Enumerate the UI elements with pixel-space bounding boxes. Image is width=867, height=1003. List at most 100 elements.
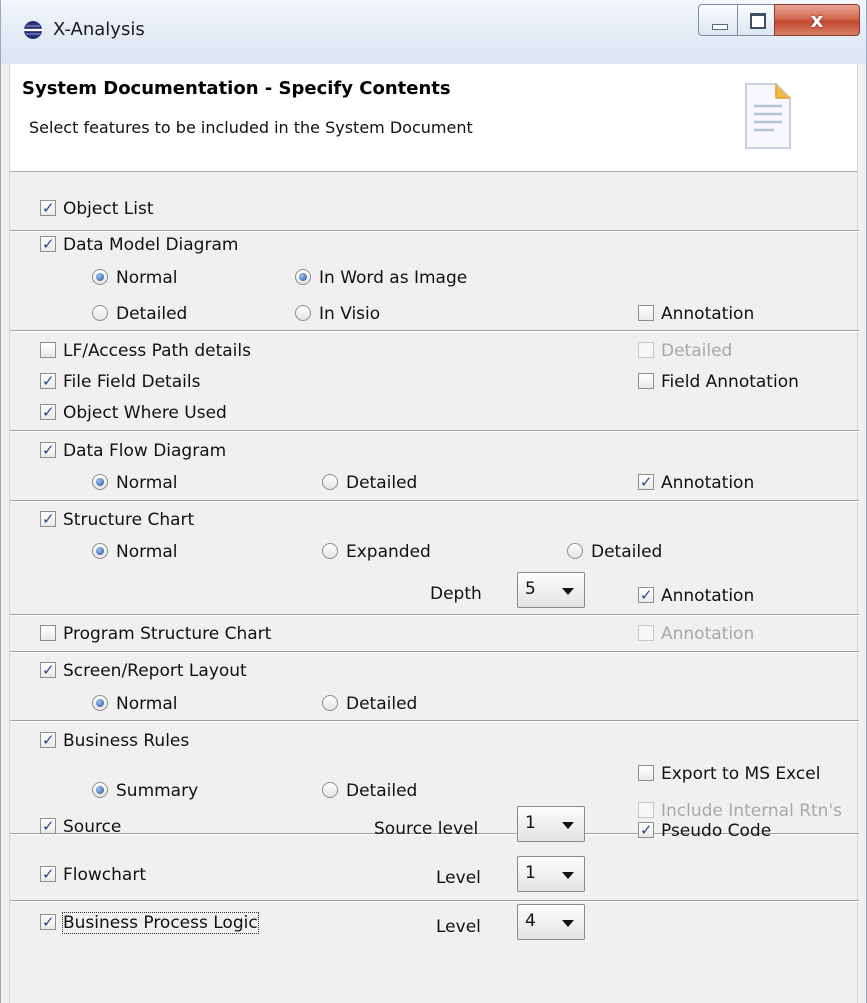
checkbox-label: File Field Details (63, 372, 201, 392)
checkbox-box[interactable] (40, 506, 56, 532)
chevron-down-icon (562, 872, 574, 879)
flowchart-level-select[interactable]: 1 (517, 856, 585, 892)
radio-label: Summary (116, 781, 199, 801)
object-list-checkbox[interactable]: Object List (40, 195, 154, 222)
bpl-level-value: 4 (525, 911, 536, 931)
maximize-button[interactable] (737, 4, 775, 36)
checkbox-label: Program Structure Chart (63, 624, 272, 644)
source-level-select[interactable]: 1 (517, 806, 585, 842)
business-rules-checkbox[interactable]: Business Rules (40, 727, 189, 754)
radio-button[interactable] (92, 269, 108, 285)
depth-label: Depth (430, 584, 482, 604)
close-button[interactable]: x (774, 4, 860, 36)
radio-button[interactable] (322, 782, 338, 798)
bpl-level-select[interactable]: 4 (517, 904, 585, 940)
sc-expanded-radio[interactable]: Expanded (322, 539, 431, 565)
separator (10, 900, 859, 902)
dmd-normal-radio[interactable]: Normal (92, 265, 178, 291)
dmd-in-visio-radio[interactable]: In Visio (295, 301, 380, 327)
separator (10, 651, 859, 653)
depth-select[interactable]: 5 (517, 572, 585, 608)
dfd-annotation-checkbox[interactable]: Annotation (638, 469, 754, 496)
radio-label: Normal (116, 268, 178, 288)
radio-button[interactable] (92, 543, 108, 559)
checkbox-box[interactable] (40, 861, 56, 887)
export-excel-checkbox[interactable]: Export to MS Excel (638, 761, 820, 787)
dfd-normal-radio[interactable]: Normal (92, 470, 178, 496)
checkbox-box[interactable] (638, 765, 654, 781)
checkbox-box[interactable] (40, 727, 56, 753)
object-where-used-checkbox[interactable]: Object Where Used (40, 399, 227, 426)
radio-label: Normal (116, 473, 178, 493)
source-level-label: Source level (374, 819, 479, 839)
sc-normal-radio[interactable]: Normal (92, 539, 178, 565)
options-panel: Object List Data Model Diagram Normal In… (9, 172, 859, 1003)
flowchart-level-value: 1 (525, 863, 536, 883)
dmd-detailed-radio[interactable]: Detailed (92, 301, 187, 327)
br-detailed-radio[interactable]: Detailed (322, 778, 417, 804)
flowchart-level-label: Level (436, 868, 481, 888)
checkbox-box[interactable] (40, 909, 56, 935)
radio-button[interactable] (92, 782, 108, 798)
checkbox-label: Object Where Used (63, 403, 227, 423)
radio-button[interactable] (92, 474, 108, 490)
lf-detailed-checkbox: Detailed (638, 338, 732, 364)
checkbox-box (638, 802, 654, 818)
checkbox-box[interactable] (40, 813, 56, 839)
radio-button[interactable] (322, 543, 338, 559)
checkbox-box[interactable] (40, 231, 56, 257)
checkbox-box[interactable] (638, 582, 654, 608)
flowchart-checkbox[interactable]: Flowchart (40, 861, 146, 888)
document-icon (745, 83, 791, 149)
radio-label: In Visio (319, 304, 381, 324)
structure-chart-checkbox[interactable]: Structure Chart (40, 506, 195, 533)
srl-detailed-radio[interactable]: Detailed (322, 691, 417, 717)
srl-normal-radio[interactable]: Normal (92, 691, 178, 717)
radio-button[interactable] (322, 474, 338, 490)
radio-button[interactable] (295, 305, 311, 321)
checkbox-box[interactable] (638, 469, 654, 495)
dmd-in-word-radio[interactable]: In Word as Image (295, 265, 467, 291)
checkbox-box[interactable] (40, 195, 56, 221)
checkbox-label: Structure Chart (63, 510, 195, 530)
checkbox-box[interactable] (638, 373, 654, 389)
radio-button[interactable] (92, 695, 108, 711)
checkbox-label: Flowchart (63, 865, 146, 885)
sc-annotation-checkbox[interactable]: Annotation (638, 582, 755, 609)
pseudo-code-checkbox[interactable]: Pseudo Code (638, 817, 771, 844)
title-bar[interactable]: X-Analysis x (1, 0, 866, 64)
data-model-diagram-checkbox[interactable]: Data Model Diagram (40, 231, 238, 258)
business-process-logic-checkbox[interactable]: Business Process Logic (40, 909, 259, 936)
checkbox-box[interactable] (40, 657, 56, 683)
radio-label: Detailed (346, 694, 418, 714)
checkbox-box[interactable] (638, 817, 654, 843)
checkbox-box[interactable] (40, 342, 56, 358)
screen-report-layout-checkbox[interactable]: Screen/Report Layout (40, 657, 247, 684)
file-field-details-checkbox[interactable]: File Field Details (40, 368, 201, 395)
source-checkbox[interactable]: Source (40, 813, 121, 840)
field-annotation-checkbox[interactable]: Field Annotation (638, 369, 799, 395)
checkbox-label: Annotation (661, 586, 755, 606)
checkbox-box[interactable] (40, 399, 56, 425)
sc-detailed-radio[interactable]: Detailed (567, 539, 662, 565)
depth-select-value: 5 (525, 579, 536, 599)
radio-button[interactable] (567, 543, 583, 559)
dfd-detailed-radio[interactable]: Detailed (322, 470, 417, 496)
dmd-annotation-checkbox[interactable]: Annotation (638, 301, 754, 327)
radio-button[interactable] (322, 695, 338, 711)
checkbox-label: Data Flow Diagram (63, 441, 227, 461)
checkbox-box[interactable] (638, 305, 654, 321)
br-summary-radio[interactable]: Summary (92, 778, 198, 804)
radio-label: Expanded (346, 542, 431, 562)
checkbox-box[interactable] (40, 625, 56, 641)
minimize-button[interactable] (698, 4, 738, 36)
lf-access-path-checkbox[interactable]: LF/Access Path details (40, 338, 251, 364)
checkbox-box[interactable] (40, 437, 56, 463)
page-title: System Documentation - Specify Contents (22, 78, 451, 99)
data-flow-diagram-checkbox[interactable]: Data Flow Diagram (40, 437, 227, 464)
radio-button[interactable] (92, 305, 108, 321)
program-structure-chart-checkbox[interactable]: Program Structure Chart (40, 621, 271, 647)
minimize-icon (712, 24, 728, 30)
radio-button[interactable] (295, 269, 311, 285)
checkbox-box[interactable] (40, 368, 56, 394)
